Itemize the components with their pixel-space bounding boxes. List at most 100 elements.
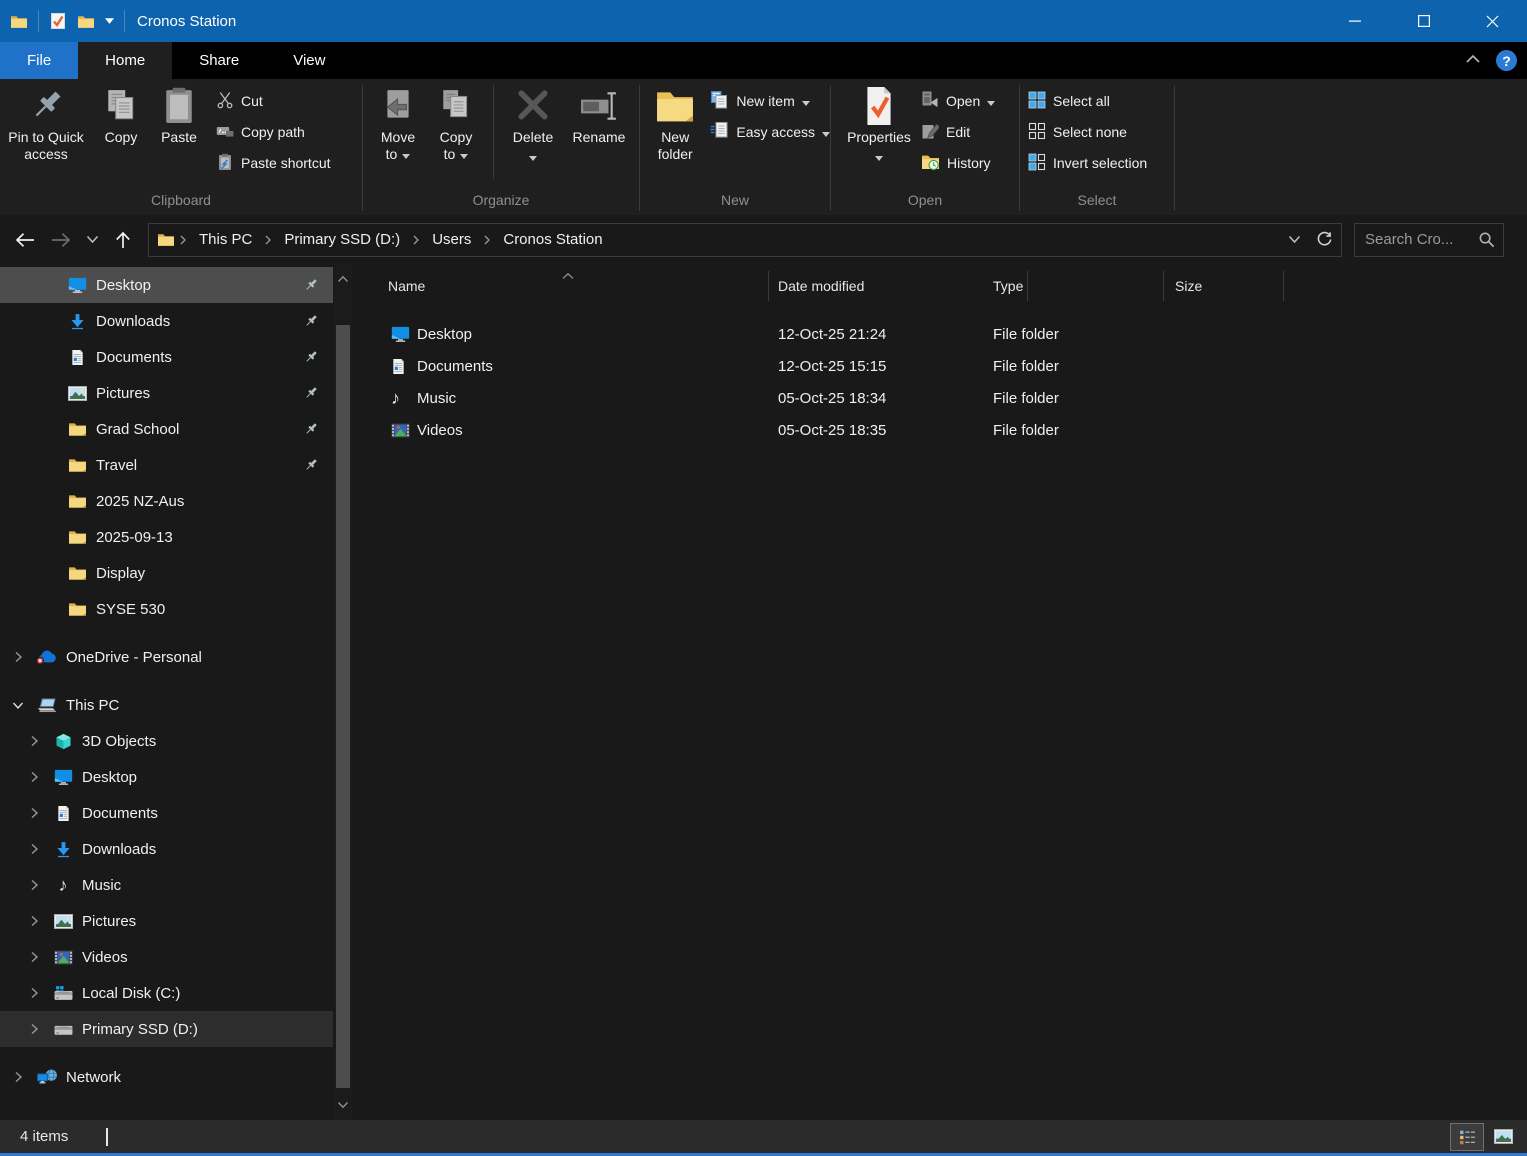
help-button[interactable]: ? — [1496, 50, 1517, 71]
recent-locations-icon[interactable] — [82, 225, 102, 255]
sidebar-item-downloads[interactable]: Downloads — [0, 831, 333, 867]
file-row-documents[interactable]: Documents 12-Oct-25 15:15 File folder — [352, 350, 1527, 382]
sidebar-item-pictures[interactable]: Pictures — [0, 903, 333, 939]
refresh-icon[interactable] — [1311, 225, 1337, 255]
breadcrumb-chevron-icon[interactable] — [262, 234, 274, 246]
tab-file[interactable]: File — [0, 42, 79, 79]
breadcrumb-chevron-icon[interactable] — [410, 234, 422, 246]
sidebar-item-primary-ssd-d[interactable]: Primary SSD (D:) — [0, 1011, 333, 1047]
properties-button[interactable]: Properties — [843, 79, 915, 165]
sidebar-item-syse-530[interactable]: SYSE 530 — [0, 591, 333, 627]
tab-share[interactable]: Share — [172, 42, 266, 79]
scrollbar-up-icon[interactable] — [334, 264, 352, 294]
address-bar[interactable]: This PC Primary SSD (D:) Users Cronos Stati… — [148, 222, 1342, 257]
column-divider[interactable] — [768, 271, 769, 301]
history-button[interactable]: History — [921, 151, 995, 175]
search-input[interactable] — [1355, 230, 1478, 249]
thumbnails-view-button[interactable] — [1487, 1123, 1519, 1149]
pin-to-quick-access-button[interactable]: Pin to Quick access — [0, 79, 92, 163]
chevron-right-icon[interactable] — [24, 877, 44, 893]
sidebar-item-documents[interactable]: Documents — [0, 795, 333, 831]
paste-button[interactable]: Paste — [150, 79, 208, 146]
chevron-right-icon[interactable] — [24, 769, 44, 785]
sidebar-item-downloads[interactable]: Downloads — [0, 303, 333, 339]
up-button[interactable] — [108, 225, 138, 255]
cut-button[interactable]: Cut — [216, 89, 331, 113]
select-none-button[interactable]: Select none — [1028, 120, 1147, 144]
sidebar-item-music[interactable]: ♪ Music — [0, 867, 333, 903]
tab-view[interactable]: View — [266, 42, 352, 79]
copy-button[interactable]: Copy — [92, 79, 150, 146]
breadcrumb-chevron-icon[interactable] — [481, 234, 493, 246]
new-folder-button[interactable]: New folder — [646, 79, 704, 163]
chevron-right-icon[interactable] — [8, 649, 28, 665]
breadcrumb-item[interactable]: Primary SSD (D:) — [276, 231, 408, 248]
address-dropdown-icon[interactable] — [1281, 225, 1307, 255]
breadcrumb-chevron-icon[interactable] — [177, 234, 189, 246]
rename-button[interactable]: Rename — [564, 79, 634, 146]
minimize-button[interactable] — [1320, 0, 1389, 42]
sidebar-item-onedrive-personal[interactable]: OneDrive - Personal — [0, 639, 333, 675]
back-button[interactable] — [10, 225, 40, 255]
edit-button[interactable]: Edit — [921, 120, 995, 144]
copy-to-button[interactable]: Copy to — [427, 79, 485, 163]
sidebar-item-display[interactable]: Display — [0, 555, 333, 591]
breadcrumb-item[interactable]: Users — [424, 231, 479, 248]
file-row-videos[interactable]: Videos 05-Oct-25 18:35 File folder — [352, 414, 1527, 446]
sidebar-item-this-pc[interactable]: This PC — [0, 687, 333, 723]
chevron-right-icon[interactable] — [24, 949, 44, 965]
forward-button[interactable] — [46, 225, 76, 255]
sidebar-item-pictures[interactable]: Pictures — [0, 375, 333, 411]
file-row-desktop[interactable]: Desktop 12-Oct-25 21:24 File folder — [352, 318, 1527, 350]
delete-button[interactable]: Delete — [502, 79, 564, 165]
scrollbar-thumb[interactable] — [336, 325, 350, 1088]
move-to-button[interactable]: Move to — [369, 79, 427, 163]
sidebar-item-travel[interactable]: Travel — [0, 447, 333, 483]
scrollbar-down-icon[interactable] — [334, 1090, 352, 1120]
sidebar-item-2025-09-13[interactable]: 2025-09-13 — [0, 519, 333, 555]
sidebar-item-local-disk-c[interactable]: Local Disk (C:) — [0, 975, 333, 1011]
details-view-button[interactable] — [1450, 1123, 1484, 1151]
sidebar-item-desktop[interactable]: Desktop — [0, 267, 333, 303]
easy-access-button[interactable]: Easy access — [710, 120, 830, 144]
column-divider[interactable] — [1163, 271, 1164, 301]
column-divider[interactable] — [1027, 271, 1028, 301]
select-all-button[interactable]: Select all — [1028, 89, 1147, 113]
file-row-music[interactable]: ♪ Music 05-Oct-25 18:34 File folder — [352, 382, 1527, 414]
collapse-ribbon-icon[interactable] — [1464, 52, 1482, 69]
sidebar-item-desktop[interactable]: Desktop — [0, 759, 333, 795]
chevron-right-icon[interactable] — [8, 1069, 28, 1085]
close-button[interactable] — [1458, 0, 1527, 42]
paste-shortcut-button[interactable]: Paste shortcut — [216, 151, 331, 175]
chevron-right-icon[interactable] — [24, 841, 44, 857]
chevron-right-icon[interactable] — [24, 1021, 44, 1037]
invert-selection-button[interactable]: Invert selection — [1028, 151, 1147, 175]
chevron-right-icon[interactable] — [24, 985, 44, 1001]
folder-icon[interactable] — [77, 14, 95, 29]
sidebar-item-documents[interactable]: Documents — [0, 339, 333, 375]
chevron-right-icon[interactable] — [24, 733, 44, 749]
chevron-down-icon[interactable] — [8, 697, 28, 713]
chevron-right-icon[interactable] — [24, 805, 44, 821]
sidebar-item-3d-objects[interactable]: 3D Objects — [0, 723, 333, 759]
breadcrumb-item[interactable]: This PC — [191, 231, 260, 248]
search-icon[interactable] — [1478, 231, 1503, 248]
sidebar-item-2025-nz-aus[interactable]: 2025 NZ-Aus — [0, 483, 333, 519]
maximize-button[interactable] — [1389, 0, 1458, 42]
properties-check-icon[interactable] — [49, 12, 67, 30]
breadcrumb-item[interactable]: Cronos Station — [495, 231, 610, 248]
sidebar-item-videos[interactable]: Videos — [0, 939, 333, 975]
copy-path-button[interactable]: Copy path — [216, 120, 331, 144]
column-header-type[interactable]: Type — [993, 264, 1023, 308]
sidebar-item-grad-school[interactable]: Grad School — [0, 411, 333, 447]
toolbar-dropdown-icon[interactable] — [105, 18, 114, 24]
new-item-button[interactable]: New item — [710, 89, 830, 113]
column-header-size[interactable]: Size — [1175, 264, 1202, 308]
tab-home[interactable]: Home — [78, 42, 173, 79]
column-divider[interactable] — [1283, 271, 1284, 301]
open-button[interactable]: Open — [921, 89, 996, 113]
sidebar-item-network[interactable]: Network — [0, 1059, 333, 1095]
chevron-right-icon[interactable] — [24, 913, 44, 929]
column-header-name[interactable]: Name — [388, 264, 425, 308]
column-header-date-modified[interactable]: Date modified — [778, 264, 864, 308]
